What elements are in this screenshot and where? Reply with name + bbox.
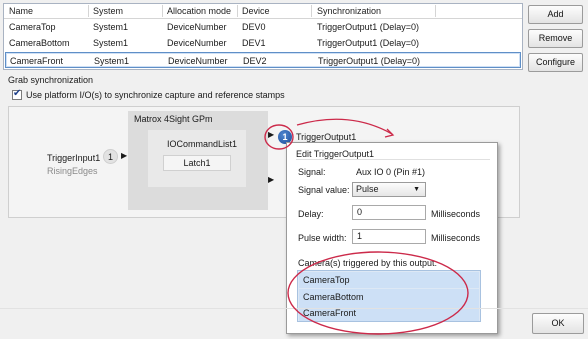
annotation-circle — [264, 124, 294, 150]
annotation-arrow — [296, 118, 393, 135]
annotation-overlay — [264, 118, 469, 335]
annotation-ellipse — [287, 251, 469, 335]
